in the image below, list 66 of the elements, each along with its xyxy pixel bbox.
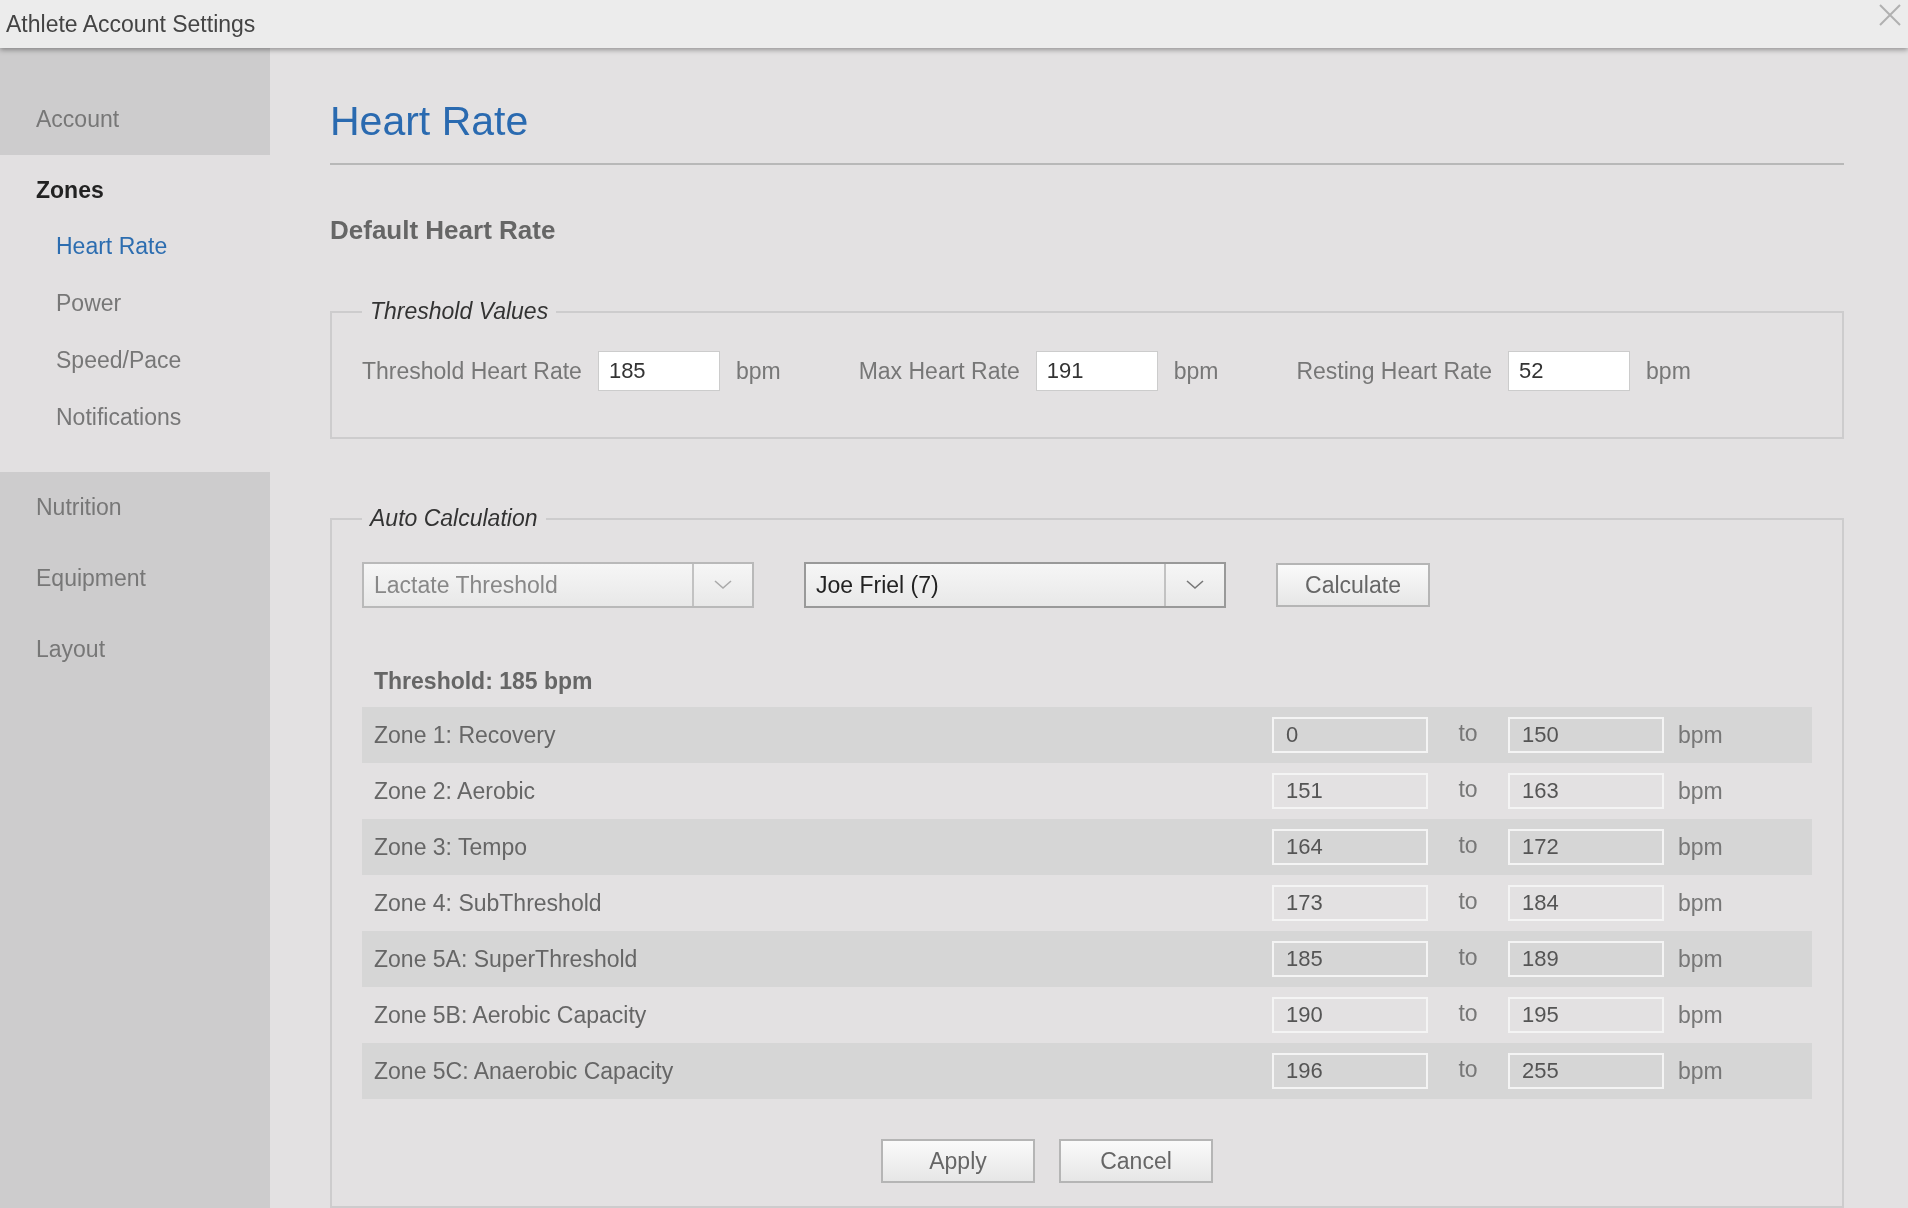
input-field[interactable]: 163 <box>1508 773 1664 809</box>
close-icon[interactable] <box>1878 3 1902 27</box>
separator-label: to <box>1457 1055 1479 1083</box>
input-field[interactable]: 151 <box>1272 773 1428 809</box>
window-title: Athlete Account Settings <box>6 10 256 38</box>
sidebar-item[interactable]: Layout <box>0 622 270 677</box>
sidebar-item[interactable]: Zones <box>0 163 270 218</box>
unit-label: bpm <box>1677 833 1724 861</box>
input-field[interactable]: 189 <box>1508 941 1664 977</box>
unit-label: bpm <box>1173 357 1219 385</box>
input-field[interactable]: 190 <box>1272 997 1428 1033</box>
unit-label: bpm <box>1677 1057 1724 1085</box>
sidebar-subitem[interactable]: Speed/Pace <box>0 332 270 389</box>
section-title: Default Heart Rate <box>330 215 557 246</box>
field-label: Resting Heart Rate <box>1296 357 1493 385</box>
threshold-label: Threshold: 185 bpm <box>374 668 594 695</box>
zone-name: Zone 2: Aerobic <box>374 777 537 805</box>
zone-name: Zone 4: SubThreshold <box>374 889 603 917</box>
sidebar-subitem[interactable]: Heart Rate <box>0 218 270 275</box>
input-field[interactable]: 185 <box>1272 941 1428 977</box>
chevron-down-icon <box>714 580 732 590</box>
calculate-button[interactable]: Calculate <box>1276 563 1430 607</box>
field-label: Max Heart Rate <box>858 357 1020 385</box>
sidebar-item[interactable]: Account <box>0 92 270 147</box>
sidebar-item[interactable]: Nutrition <box>0 480 270 535</box>
separator-label: to <box>1457 831 1479 859</box>
zone-name: Zone 5B: Aerobic Capacity <box>374 1001 648 1029</box>
chevron-down-icon <box>1186 580 1204 590</box>
separator-label: to <box>1457 775 1479 803</box>
action-button[interactable]: Cancel <box>1059 1139 1213 1183</box>
input-field[interactable]: 172 <box>1508 829 1664 865</box>
sidebar-subitem[interactable]: Notifications <box>0 389 270 446</box>
unit-label: bpm <box>1677 721 1724 749</box>
input-field[interactable]: 255 <box>1508 1053 1664 1089</box>
field-label: Threshold Heart Rate <box>362 357 582 385</box>
page-title: Heart Rate <box>330 98 530 145</box>
unit-label: bpm <box>1677 1001 1724 1029</box>
zone-name: Zone 5A: SuperThreshold <box>374 945 639 973</box>
input-field[interactable]: 191 <box>1035 351 1158 391</box>
dropdown[interactable]: Joe Friel (7) <box>804 562 1226 608</box>
input-field[interactable]: 173 <box>1272 885 1428 921</box>
input-field[interactable]: 196 <box>1272 1053 1428 1089</box>
input-field[interactable]: 150 <box>1508 717 1664 753</box>
panel-legend: Auto Calculation <box>362 505 546 532</box>
unit-label: bpm <box>735 357 781 385</box>
input-field[interactable]: 0 <box>1272 717 1428 753</box>
unit-label: bpm <box>1677 889 1724 917</box>
input-field[interactable]: 185 <box>597 351 720 391</box>
unit-label: bpm <box>1646 357 1691 385</box>
zone-name: Zone 1: Recovery <box>374 721 557 749</box>
input-field[interactable]: 195 <box>1508 997 1664 1033</box>
input-field[interactable]: 184 <box>1508 885 1664 921</box>
input-field[interactable]: 52 <box>1508 351 1631 391</box>
panel-legend: Threshold Values <box>362 298 557 325</box>
unit-label: bpm <box>1677 945 1724 973</box>
separator-label: to <box>1457 943 1479 971</box>
unit-label: bpm <box>1677 777 1724 805</box>
sidebar-item[interactable]: Equipment <box>0 551 270 606</box>
zone-name: Zone 3: Tempo <box>374 833 528 861</box>
separator-label: to <box>1457 887 1479 915</box>
separator-label: to <box>1457 719 1479 747</box>
separator-label: to <box>1457 999 1479 1027</box>
action-button[interactable]: Apply <box>881 1139 1035 1183</box>
sidebar-subitem[interactable]: Power <box>0 275 270 332</box>
input-field[interactable]: 164 <box>1272 829 1428 865</box>
zone-name: Zone 5C: Anaerobic Capacity <box>374 1057 675 1085</box>
